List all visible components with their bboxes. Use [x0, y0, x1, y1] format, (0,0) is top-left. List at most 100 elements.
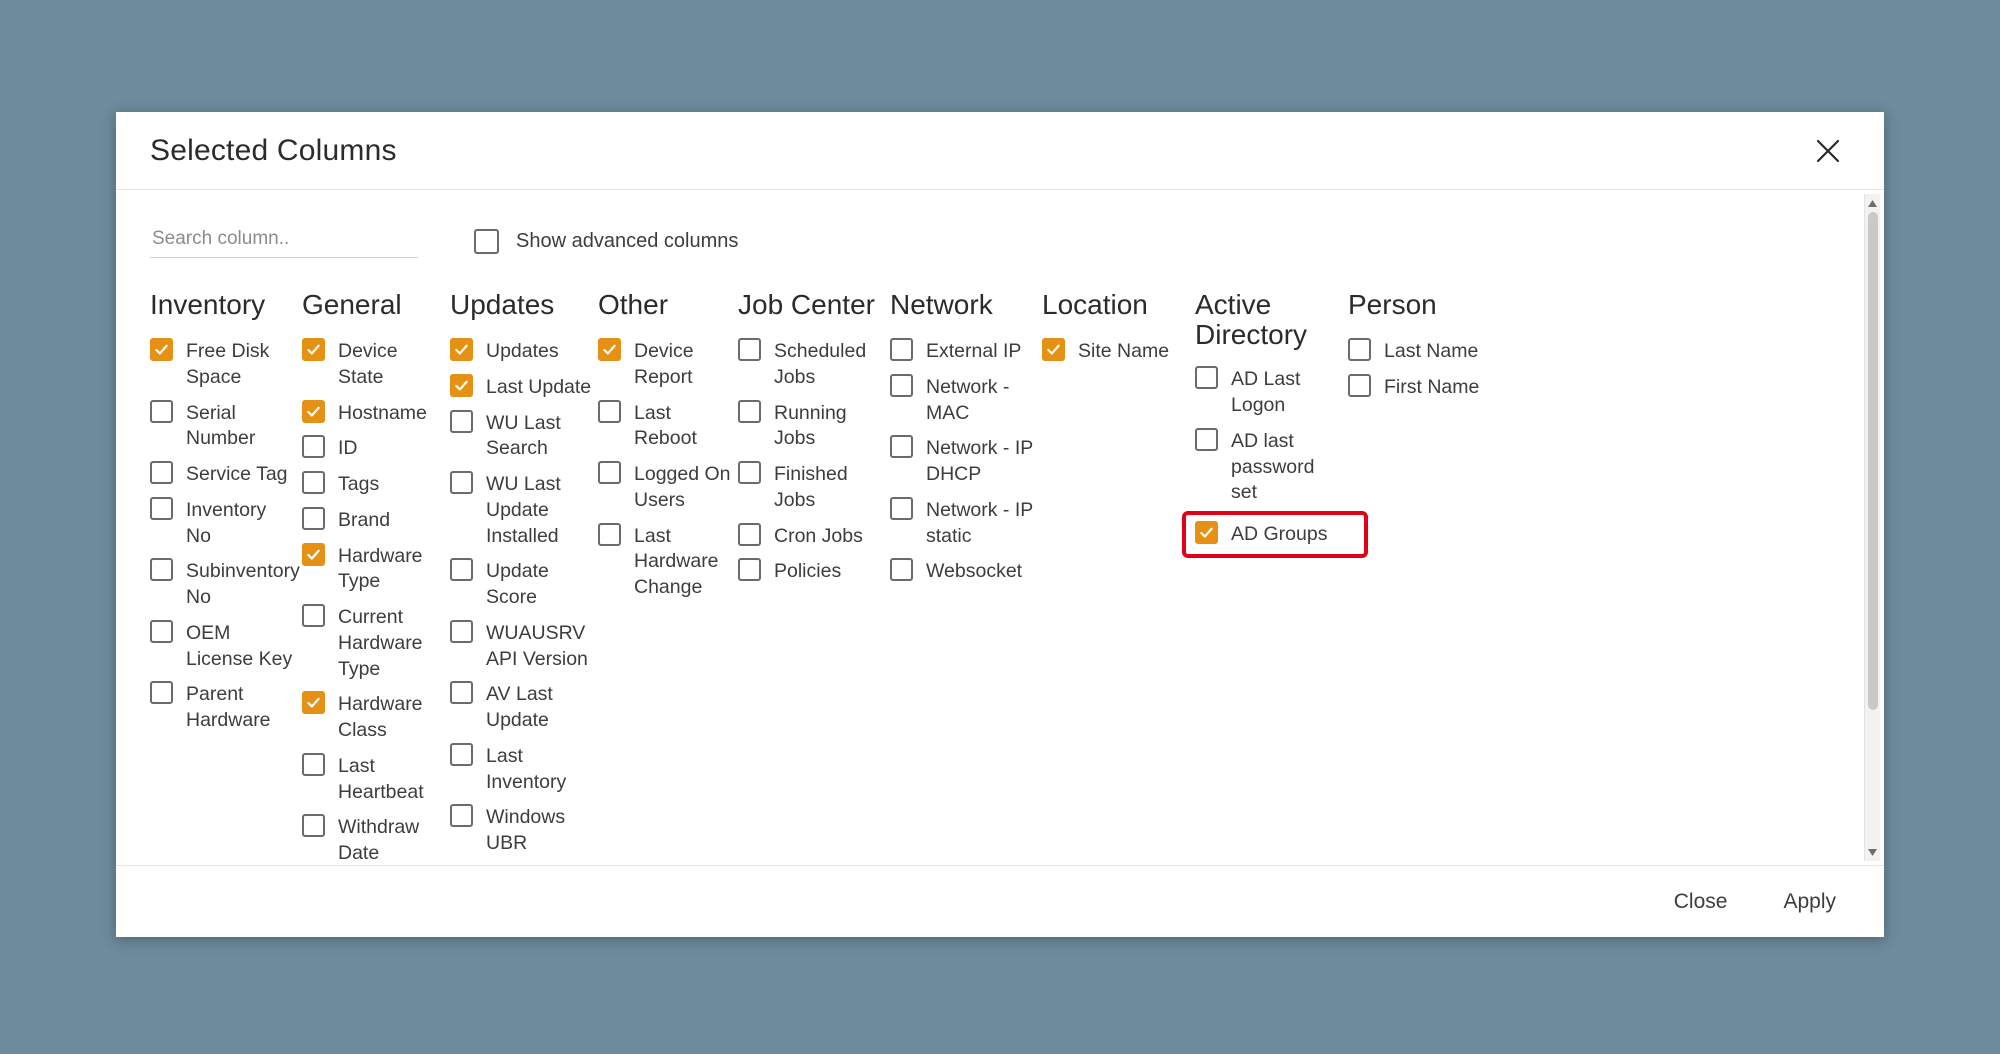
checkbox[interactable] — [150, 399, 173, 423]
vertical-scrollbar[interactable] — [1864, 194, 1880, 861]
apply-button[interactable]: Apply — [1777, 882, 1842, 922]
checkbox[interactable] — [450, 558, 473, 582]
checkbox[interactable] — [1042, 338, 1065, 362]
checkbox[interactable] — [1195, 366, 1218, 390]
option-tags[interactable]: Tags — [302, 471, 444, 498]
option-hostname[interactable]: Hostname — [302, 399, 444, 427]
checkbox[interactable] — [302, 691, 325, 715]
option-last-inventory[interactable]: Last Inventory — [450, 742, 592, 795]
option-parent-hardware[interactable]: Parent Hardware — [150, 681, 296, 733]
checkbox[interactable] — [738, 461, 761, 485]
checkbox[interactable] — [450, 804, 473, 828]
option-websocket[interactable]: Websocket — [890, 558, 1036, 585]
checkbox[interactable] — [302, 506, 325, 530]
checkbox[interactable] — [738, 338, 761, 362]
option-scheduled-jobs[interactable]: Scheduled Jobs — [738, 338, 884, 390]
scrollbar-track[interactable] — [1865, 212, 1881, 843]
checkbox[interactable] — [890, 373, 913, 397]
checkbox[interactable] — [450, 681, 473, 705]
option-last-reboot[interactable]: Last Reboot — [598, 399, 732, 452]
option-service-tag[interactable]: Service Tag — [150, 461, 296, 488]
checkbox[interactable] — [150, 619, 173, 643]
checkbox[interactable] — [598, 461, 621, 485]
option-site-name[interactable]: Site Name — [1042, 338, 1189, 365]
option-update-score[interactable]: Update Score — [450, 558, 592, 610]
checkbox[interactable] — [302, 338, 325, 362]
checkbox[interactable] — [302, 814, 325, 838]
option-subinventory-no[interactable]: Subinventory No — [150, 558, 300, 610]
option-wuausrv-api-version[interactable]: WUAUSRV API Version — [450, 619, 592, 672]
option-updates[interactable]: Updates — [450, 338, 592, 365]
option-brand[interactable]: Brand — [302, 506, 444, 534]
checkbox[interactable] — [150, 681, 173, 705]
option-withdraw-date[interactable]: Withdraw Date — [302, 814, 444, 865]
checkbox[interactable] — [450, 742, 473, 766]
option-last-update[interactable]: Last Update — [450, 373, 592, 401]
option-running-jobs[interactable]: Running Jobs — [738, 399, 884, 452]
checkbox[interactable] — [302, 752, 325, 776]
checkbox[interactable] — [1348, 373, 1371, 397]
option-network-mac[interactable]: Network - MAC — [890, 373, 1036, 426]
option-oem-license-key[interactable]: OEM License Key — [150, 619, 296, 672]
option-network-ip-static[interactable]: Network - IP static — [890, 496, 1036, 549]
checkbox[interactable] — [150, 558, 173, 582]
option-finished-jobs[interactable]: Finished Jobs — [738, 461, 884, 513]
option-av-last-update[interactable]: AV Last Update — [450, 681, 592, 733]
option-free-disk-space[interactable]: Free Disk Space — [150, 338, 296, 390]
checkbox[interactable] — [450, 338, 473, 362]
search-input[interactable] — [150, 224, 418, 258]
option-external-ip[interactable]: External IP — [890, 338, 1036, 365]
scroll-down-arrow-icon[interactable] — [1865, 843, 1881, 861]
show-advanced-columns-toggle[interactable]: Show advanced columns — [474, 228, 738, 254]
option-last-name[interactable]: Last Name — [1348, 338, 1492, 365]
checkbox[interactable] — [450, 409, 473, 433]
option-network-ip-dhcp[interactable]: Network - IP DHCP — [890, 435, 1036, 487]
option-ad-last-password-set[interactable]: AD last password set — [1195, 427, 1342, 506]
option-hardware-type[interactable]: Hardware Type — [302, 542, 444, 595]
checkbox[interactable] — [302, 435, 325, 459]
checkbox[interactable] — [1195, 427, 1218, 451]
checkbox[interactable] — [450, 471, 473, 495]
checkbox[interactable] — [302, 604, 325, 628]
option-wu-last-search[interactable]: WU Last Search — [450, 409, 592, 462]
option-cron-jobs[interactable]: Cron Jobs — [738, 522, 884, 550]
checkbox[interactable] — [738, 522, 761, 546]
option-ad-groups[interactable]: AD Groups — [1182, 511, 1368, 558]
option-last-hardware-change[interactable]: Last Hardware Change — [598, 522, 732, 601]
option-ad-last-logon[interactable]: AD Last Logon — [1195, 366, 1342, 418]
option-last-heartbeat[interactable]: Last Heartbeat — [302, 752, 444, 805]
checkbox[interactable] — [738, 558, 761, 582]
checkbox[interactable] — [738, 399, 761, 423]
checkbox[interactable] — [150, 496, 173, 520]
option-policies[interactable]: Policies — [738, 558, 884, 585]
option-inventory-no[interactable]: Inventory No — [150, 496, 296, 549]
checkbox[interactable] — [598, 522, 621, 546]
checkbox[interactable] — [890, 435, 913, 459]
checkbox[interactable] — [1195, 521, 1218, 545]
checkbox[interactable] — [450, 373, 473, 397]
checkbox[interactable] — [302, 399, 325, 423]
option-device-state[interactable]: Device State — [302, 338, 444, 390]
checkbox[interactable] — [890, 338, 913, 362]
checkbox[interactable] — [598, 338, 621, 362]
checkbox[interactable] — [302, 471, 325, 495]
checkbox[interactable] — [150, 338, 173, 362]
show-advanced-columns-checkbox[interactable] — [474, 228, 499, 254]
option-current-hardware-type[interactable]: Current Hardware Type — [302, 604, 444, 682]
option-first-name[interactable]: First Name — [1348, 373, 1492, 401]
checkbox[interactable] — [890, 496, 913, 520]
option-id[interactable]: ID — [302, 435, 444, 462]
checkbox[interactable] — [302, 542, 325, 566]
checkbox[interactable] — [598, 399, 621, 423]
scroll-up-arrow-icon[interactable] — [1865, 194, 1881, 212]
checkbox[interactable] — [450, 619, 473, 643]
option-hardware-class[interactable]: Hardware Class — [302, 691, 444, 743]
option-device-report[interactable]: Device Report — [598, 338, 732, 390]
checkbox[interactable] — [150, 461, 173, 485]
option-windows-ubr[interactable]: Windows UBR — [450, 804, 592, 856]
option-wu-last-update-installed[interactable]: WU Last Update Installed — [450, 471, 592, 549]
close-icon[interactable] — [1808, 131, 1848, 171]
close-button[interactable]: Close — [1668, 882, 1734, 922]
checkbox[interactable] — [1348, 338, 1371, 362]
option-logged-on-users[interactable]: Logged On Users — [598, 461, 732, 513]
